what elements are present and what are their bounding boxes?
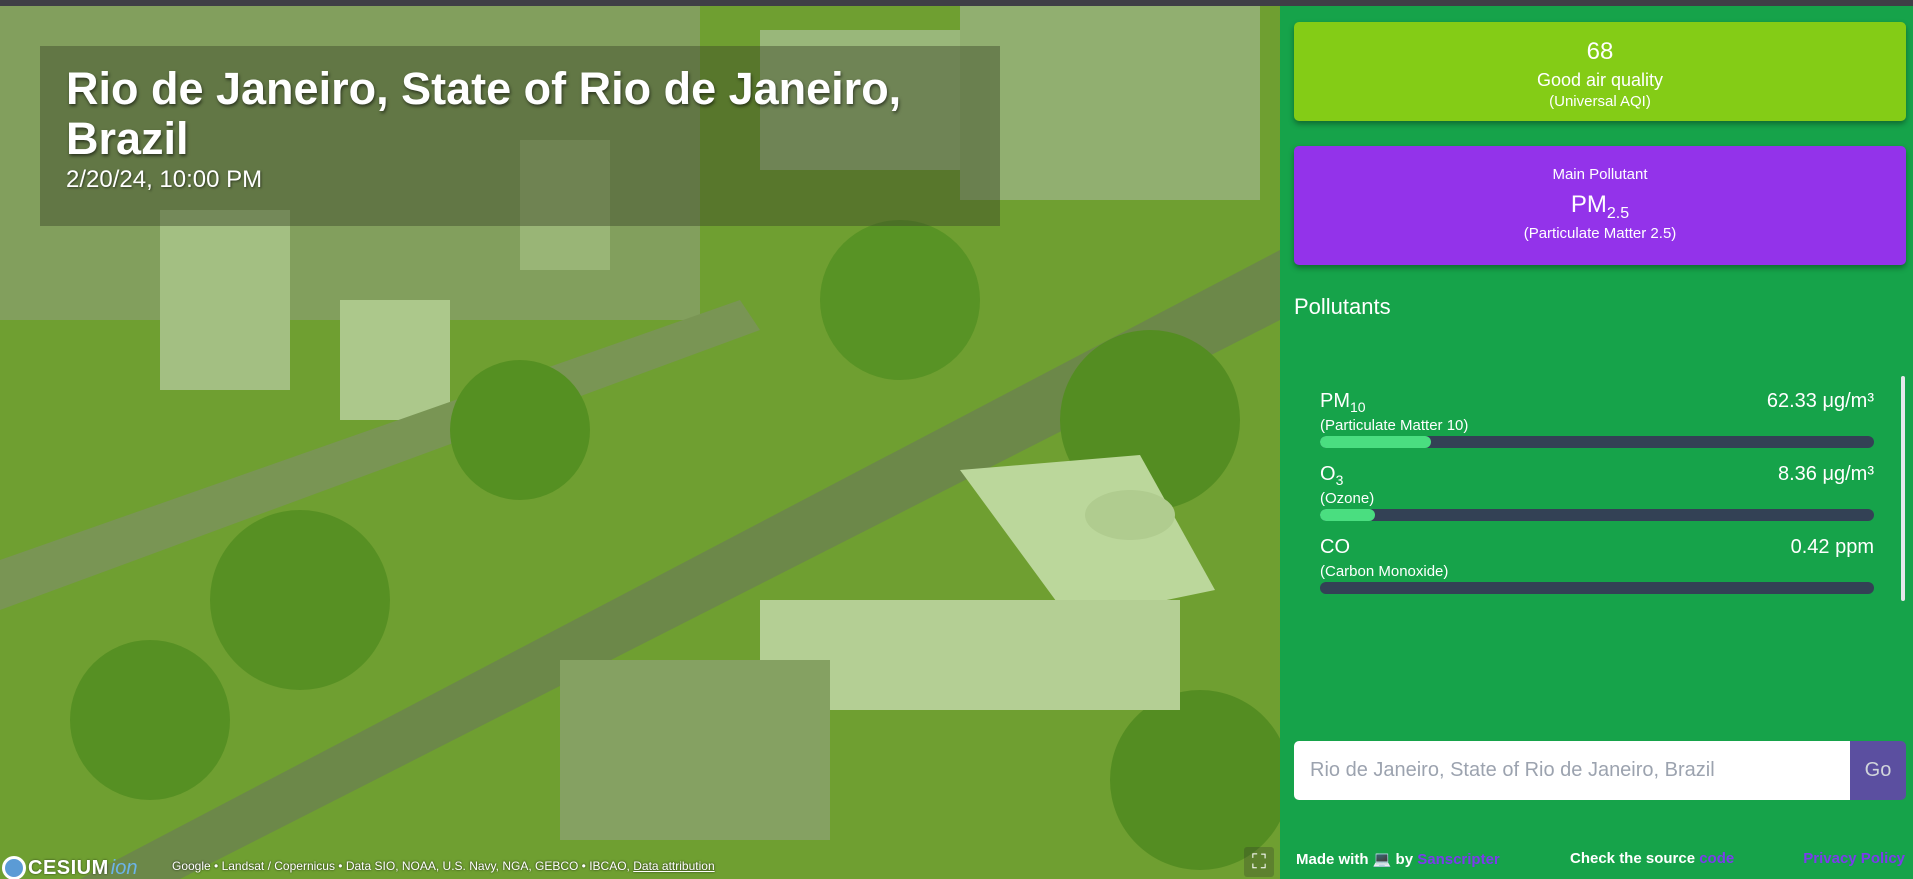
- code-link[interactable]: code: [1699, 850, 1734, 867]
- data-attribution-link[interactable]: Data attribution: [633, 859, 714, 873]
- location-title: Rio de Janeiro, State of Rio de Janeiro,…: [66, 63, 902, 164]
- pollutant-full-name: (Carbon Monoxide): [1320, 563, 1449, 580]
- pollutant-symbol-sub: 3: [1335, 472, 1344, 488]
- fullscreen-button[interactable]: ⛶: [1244, 847, 1274, 877]
- pollutant-symbol: PM10: [1320, 390, 1366, 415]
- made-with-text: Made with: [1296, 851, 1369, 868]
- pollutant-symbol-text: O: [1320, 463, 1336, 485]
- laptop-icon: 💻: [1372, 851, 1392, 868]
- pollutant-level-bar: [1320, 436, 1874, 448]
- location-search-input[interactable]: [1294, 741, 1850, 800]
- aqi-description: Good air quality: [1536, 70, 1664, 90]
- pollutant-symbol-sub: 10: [1350, 399, 1366, 415]
- aqi-scale: (Universal AQI): [1549, 93, 1651, 110]
- location-datetime: 2/20/24, 10:00 PM: [66, 166, 263, 193]
- pollutant-symbol: O3: [1320, 463, 1343, 488]
- cesium-ion-logo[interactable]: CESIUM ion: [2, 856, 138, 879]
- source-credit: Check the source code: [1570, 850, 1734, 867]
- cesium-ion-text: ion: [110, 856, 138, 879]
- fullscreen-icon: ⛶: [1252, 850, 1266, 873]
- main-pollutant-symbol: PM2.5: [1294, 191, 1906, 223]
- check-source-text: Check the source: [1570, 850, 1696, 867]
- pollutant-full-name: (Particulate Matter 10): [1320, 417, 1469, 434]
- pollutant-level-fill: [1320, 436, 1431, 448]
- by-text: by: [1395, 851, 1414, 868]
- top-bar: [0, 0, 1913, 6]
- pollutant-value: 8.36 μg/m³: [1777, 463, 1874, 485]
- aqi-value: 68: [1586, 38, 1614, 65]
- footer: Made with 💻 by Sanscripter Check the sou…: [1280, 850, 1913, 870]
- cesium-logo-text: CESIUM: [28, 856, 109, 879]
- main-pollutant-card: Main Pollutant PM2.5 (Particulate Matter…: [1294, 146, 1906, 265]
- author-link[interactable]: Sanscripter: [1417, 851, 1500, 868]
- location-header: Rio de Janeiro, State of Rio de Janeiro,…: [40, 46, 1000, 226]
- pollutants-heading: Pollutants: [1294, 294, 1391, 319]
- location-search: Go: [1294, 741, 1906, 800]
- pollutant-full-name: (Ozone): [1320, 490, 1375, 507]
- pollutants-scrollbar[interactable]: [1901, 376, 1905, 601]
- pollutant-level-bar: [1320, 509, 1874, 521]
- pollutant-symbol-text: CO: [1320, 536, 1350, 558]
- pollutant-symbol-text: PM: [1320, 390, 1350, 412]
- pollutant-level-fill: [1320, 509, 1376, 521]
- aqi-card: 68 Good air quality (Universal AQI): [1294, 22, 1906, 121]
- pollutant-item: O3 8.36 μg/m³ (Ozone): [1320, 459, 1874, 532]
- pollutant-level-bar: [1320, 582, 1874, 594]
- main-pollutant-symbol-sub: 2.5: [1606, 204, 1630, 222]
- pollutant-value: 0.42 ppm: [1790, 536, 1874, 558]
- privacy-policy-link[interactable]: Privacy Policy: [1803, 850, 1905, 867]
- pollutant-item: CO 0.42 ppm (Carbon Monoxide): [1320, 532, 1874, 605]
- pollutant-item: PM10 62.33 μg/m³ (Particulate Matter 10): [1320, 386, 1874, 459]
- cesium-logo-icon: [2, 856, 26, 879]
- pollutant-value: 62.33 μg/m³: [1766, 390, 1874, 412]
- made-with-credit: Made with 💻 by Sanscripter: [1296, 850, 1500, 868]
- map-credits: Google • Landsat / Copernicus • Data SIO…: [172, 859, 715, 873]
- main-pollutant-label: Main Pollutant: [1552, 166, 1648, 183]
- air-quality-panel: 68 Good air quality (Universal AQI) Main…: [1280, 0, 1913, 879]
- map-credits-text: Google • Landsat / Copernicus • Data SIO…: [172, 859, 630, 873]
- go-button[interactable]: Go: [1850, 741, 1906, 800]
- main-pollutant-name: (Particulate Matter 2.5): [1523, 224, 1677, 242]
- main-pollutant-symbol-text: PM: [1570, 191, 1607, 218]
- pollutant-symbol: CO: [1320, 536, 1350, 561]
- map-view[interactable]: Rio de Janeiro, State of Rio de Janeiro,…: [0, 0, 1280, 879]
- pollutants-list[interactable]: PM10 62.33 μg/m³ (Particulate Matter 10)…: [1320, 386, 1874, 605]
